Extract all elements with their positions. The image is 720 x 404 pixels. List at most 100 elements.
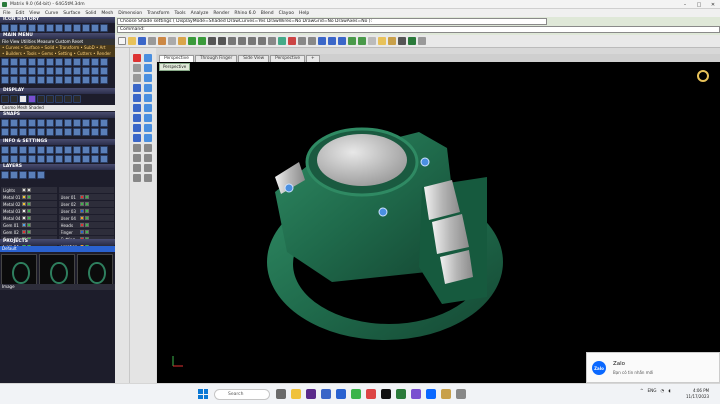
language-indicator[interactable]: ENG: [648, 388, 657, 393]
app-icon[interactable]: [306, 389, 316, 399]
setting-icon[interactable]: [82, 146, 90, 154]
display-mode-icon[interactable]: [10, 95, 18, 103]
setting-icon[interactable]: [19, 155, 27, 163]
layer-row[interactable]: User 02: [58, 201, 114, 207]
tool-icon[interactable]: [73, 76, 81, 84]
setting-icon[interactable]: [91, 155, 99, 163]
display-mode-icon[interactable]: [28, 95, 36, 103]
tab-perspective-2[interactable]: Perspective: [270, 55, 306, 62]
snap-icon[interactable]: [28, 119, 36, 127]
tray-chevron-icon[interactable]: ^: [640, 388, 644, 393]
app-icon[interactable]: [426, 389, 436, 399]
box-tool-icon[interactable]: [144, 94, 152, 102]
layer-row[interactable]: [58, 187, 114, 193]
ellipse-tool-icon[interactable]: [133, 114, 141, 122]
menu-mesh[interactable]: Mesh: [101, 11, 113, 16]
layer-tool-icon[interactable]: [28, 171, 36, 179]
layer-row[interactable]: Metal 04: [1, 215, 57, 221]
wireframe-icon[interactable]: [368, 37, 376, 45]
point-tool-icon[interactable]: [133, 54, 141, 62]
command-input[interactable]: Command:: [117, 26, 720, 33]
setting-icon[interactable]: [37, 155, 45, 163]
menu-render[interactable]: Render: [213, 11, 229, 16]
revolve-tool-icon[interactable]: [144, 84, 152, 92]
3d-viewport[interactable]: Perspective: [157, 62, 720, 383]
extrude-tool-icon[interactable]: [133, 174, 141, 182]
history-tool-icon[interactable]: [10, 24, 18, 32]
history-tool-icon[interactable]: [82, 24, 90, 32]
tool-icon[interactable]: [82, 58, 90, 66]
snap-icon[interactable]: [37, 119, 45, 127]
open-folder-icon[interactable]: [128, 37, 136, 45]
setting-icon[interactable]: [55, 146, 63, 154]
tool-icon[interactable]: [100, 58, 108, 66]
setting-icon[interactable]: [73, 155, 81, 163]
material-icon[interactable]: [388, 37, 396, 45]
tool-icon[interactable]: [28, 67, 36, 75]
snap-icon[interactable]: [73, 128, 81, 136]
zoom-selected-icon[interactable]: [258, 37, 266, 45]
print-icon[interactable]: [148, 37, 156, 45]
setting-icon[interactable]: [1, 146, 9, 154]
ring-model[interactable]: [157, 62, 720, 383]
history-tool-icon[interactable]: [1, 24, 9, 32]
display-mode-row[interactable]: Cosmo Mesh Shaded: [0, 105, 115, 111]
offset-tool-icon[interactable]: [133, 164, 141, 172]
pan-icon[interactable]: [208, 37, 216, 45]
tool-icon[interactable]: [46, 58, 54, 66]
section-icon-history[interactable]: ICON HISTORY: [0, 17, 115, 23]
tool-icon[interactable]: [1, 58, 9, 66]
display-mode-icon[interactable]: [19, 95, 27, 103]
app-icon[interactable]: [411, 389, 421, 399]
arc-tool-icon[interactable]: [133, 104, 141, 112]
layer-row[interactable]: Finger: [58, 229, 114, 235]
menu-tools[interactable]: Tools: [175, 11, 186, 16]
text-tool-icon[interactable]: [133, 144, 141, 152]
tool-icon[interactable]: [91, 76, 99, 84]
snap-icon[interactable]: [91, 119, 99, 127]
zoom-window-icon[interactable]: [238, 37, 246, 45]
sphere-tool-icon[interactable]: [144, 104, 152, 112]
tool-icon[interactable]: [28, 76, 36, 84]
snap-icon[interactable]: [100, 119, 108, 127]
menu-analyze[interactable]: Analyze: [191, 11, 209, 16]
tool-icon[interactable]: [55, 58, 63, 66]
cut-icon[interactable]: [158, 37, 166, 45]
menu-curve[interactable]: Curve: [45, 11, 58, 16]
setting-icon[interactable]: [100, 146, 108, 154]
polygon-tool-icon[interactable]: [133, 134, 141, 142]
layer-tool-icon[interactable]: [19, 171, 27, 179]
gem[interactable]: [378, 207, 388, 217]
setting-icon[interactable]: [82, 155, 90, 163]
tool-icon[interactable]: [82, 76, 90, 84]
circle-tool-icon[interactable]: [133, 94, 141, 102]
curve-tool-icon[interactable]: [318, 37, 326, 45]
tool-icon[interactable]: [19, 58, 27, 66]
polyline-tool-icon[interactable]: [133, 74, 141, 82]
menu-dimension[interactable]: Dimension: [118, 11, 142, 16]
cylinder-tool-icon[interactable]: [144, 114, 152, 122]
history-tool-icon[interactable]: [64, 24, 72, 32]
display-mode-icon[interactable]: [46, 95, 54, 103]
render-ring-icon[interactable]: [697, 70, 709, 82]
section-projects[interactable]: PROJECTS: [0, 239, 115, 245]
history-tool-icon[interactable]: [55, 24, 63, 32]
snap-icon[interactable]: [55, 128, 63, 136]
section-layers[interactable]: LAYERS: [0, 164, 115, 170]
display-mode-icon[interactable]: [73, 95, 81, 103]
tool-icon[interactable]: [100, 67, 108, 75]
tool-icon[interactable]: [100, 76, 108, 84]
setting-icon[interactable]: [73, 146, 81, 154]
point-icon[interactable]: [308, 37, 316, 45]
tool-icon[interactable]: [10, 67, 18, 75]
tab-side-view[interactable]: Side View: [238, 55, 270, 62]
setting-icon[interactable]: [64, 146, 72, 154]
render-icon[interactable]: [408, 37, 416, 45]
layer-row[interactable]: Gem 01: [1, 222, 57, 228]
tool-icon[interactable]: [46, 67, 54, 75]
rotate-view-icon[interactable]: [218, 37, 226, 45]
tool-icon[interactable]: [1, 76, 9, 84]
setting-icon[interactable]: [46, 155, 54, 163]
menu-rhino[interactable]: Rhino 6.0: [234, 11, 255, 16]
app-icon[interactable]: [396, 389, 406, 399]
